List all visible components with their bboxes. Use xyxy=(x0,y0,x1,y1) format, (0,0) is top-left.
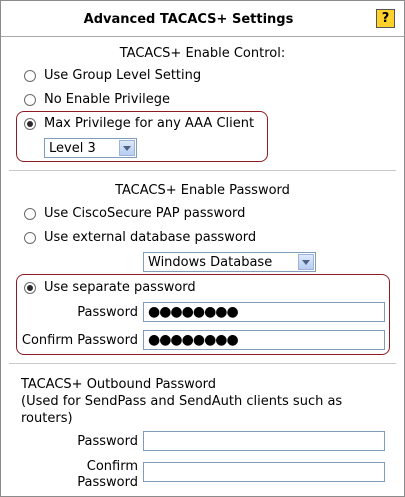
password-label: Password xyxy=(77,305,138,320)
panel-title: Advanced TACACS+ Settings xyxy=(83,12,294,27)
chevron-down-icon[interactable] xyxy=(298,254,314,270)
level-select[interactable]: Level 3 xyxy=(44,138,137,158)
radio-button-selected[interactable] xyxy=(24,117,36,130)
confirm-password-mask: ●●●●●●●● xyxy=(148,332,239,348)
help-icon[interactable]: ? xyxy=(376,9,395,28)
database-select[interactable]: Windows Database xyxy=(143,252,316,272)
outbound-password-field[interactable] xyxy=(143,431,385,451)
outbound-note: (Used for SendPass and SendAuth clients … xyxy=(21,394,343,409)
radio-label: Use CiscoSecure PAP password xyxy=(44,206,246,221)
enable-control-title: TACACS+ Enable Control: xyxy=(119,46,286,61)
radio-button-selected[interactable] xyxy=(24,281,36,294)
advanced-tacacs-settings-panel: Advanced TACACS+ Settings ? TACACS+ Enab… xyxy=(0,0,405,497)
confirm-password-field[interactable]: ●●●●●●●● xyxy=(143,330,385,350)
radio-label: Use external database password xyxy=(44,230,257,245)
radio-label: No Enable Privilege xyxy=(44,92,170,107)
outbound-password-label: Password xyxy=(77,434,138,449)
radio-label: Use Group Level Setting xyxy=(44,68,202,83)
radio-use-group-level[interactable]: Use Group Level Setting xyxy=(24,68,201,83)
outbound-confirm-password-field[interactable] xyxy=(143,462,385,482)
radio-button[interactable] xyxy=(24,207,36,220)
outbound-note-cont: routers) xyxy=(21,411,73,426)
outbound-confirm-label: Confirm Password xyxy=(21,459,138,491)
radio-ciscosecure-pap[interactable]: Use CiscoSecure PAP password xyxy=(24,206,245,221)
radio-use-separate-password[interactable]: Use separate password xyxy=(24,280,196,295)
divider xyxy=(9,363,396,364)
outbound-confirm-label-line2: Password xyxy=(77,475,138,490)
radio-label: Max Privilege for any AAA Client xyxy=(44,116,255,131)
radio-button[interactable] xyxy=(24,93,36,106)
divider xyxy=(9,170,396,171)
enable-password-title: TACACS+ Enable Password xyxy=(115,183,290,198)
radio-button[interactable] xyxy=(24,231,36,244)
radio-max-privilege[interactable]: Max Privilege for any AAA Client xyxy=(24,116,254,131)
password-field[interactable]: ●●●●●●●● xyxy=(143,302,385,322)
outbound-confirm-label-line1: Confirm xyxy=(86,459,138,474)
outbound-title: TACACS+ Outbound Password xyxy=(21,377,217,392)
radio-button[interactable] xyxy=(24,69,36,82)
password-mask: ●●●●●●●● xyxy=(148,304,239,320)
radio-no-enable-privilege[interactable]: No Enable Privilege xyxy=(24,92,170,107)
radio-external-db-password[interactable]: Use external database password xyxy=(24,230,256,245)
level-select-value: Level 3 xyxy=(49,141,96,156)
chevron-down-icon[interactable] xyxy=(119,140,135,156)
database-select-value: Windows Database xyxy=(148,255,273,270)
confirm-password-label: Confirm Password xyxy=(21,333,138,348)
radio-label: Use separate password xyxy=(44,280,196,295)
panel-header: Advanced TACACS+ Settings ? xyxy=(1,1,404,37)
